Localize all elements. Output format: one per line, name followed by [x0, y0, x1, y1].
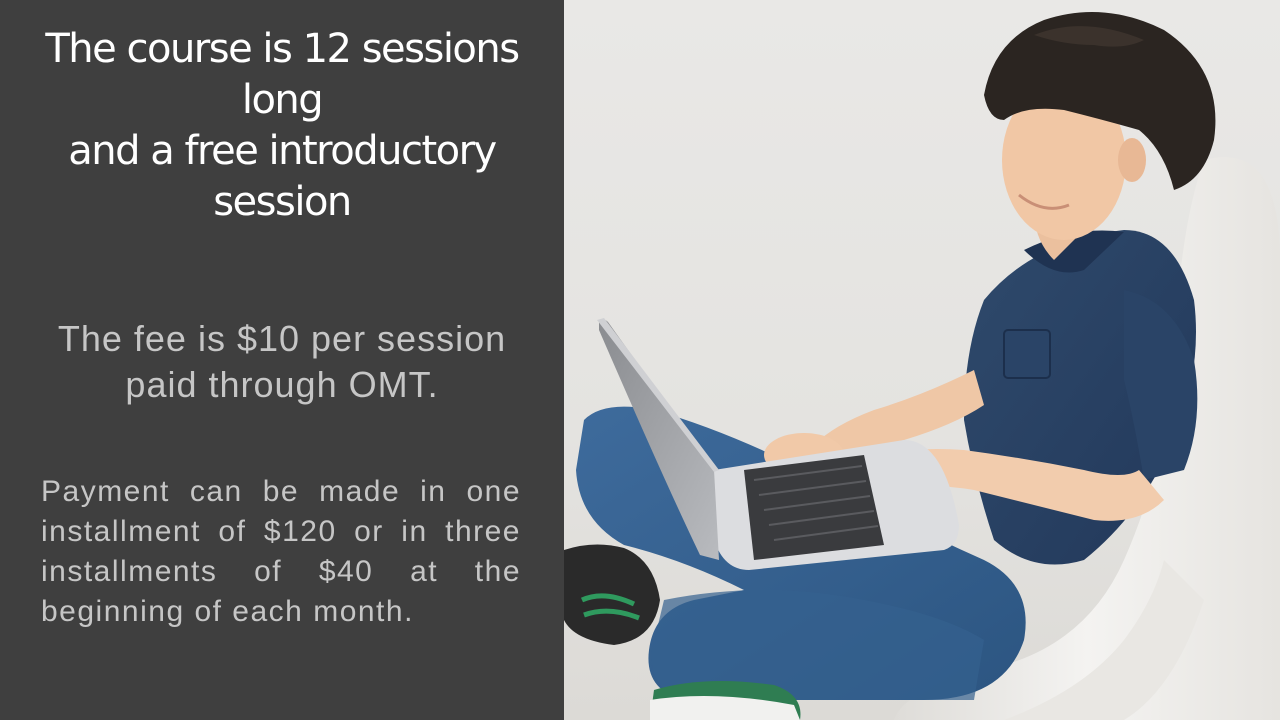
payment-text: Payment can be made in one installment o…: [41, 475, 521, 628]
text-panel: The course is 12 sessions long and a fre…: [0, 0, 564, 720]
fee-text: The fee is $10 per session paid through …: [57, 318, 507, 405]
slide: The course is 12 sessions long and a fre…: [0, 0, 1280, 720]
slide-title: The course is 12 sessions long and a fre…: [45, 26, 520, 225]
boy-with-laptop-photo: [564, 0, 1280, 720]
